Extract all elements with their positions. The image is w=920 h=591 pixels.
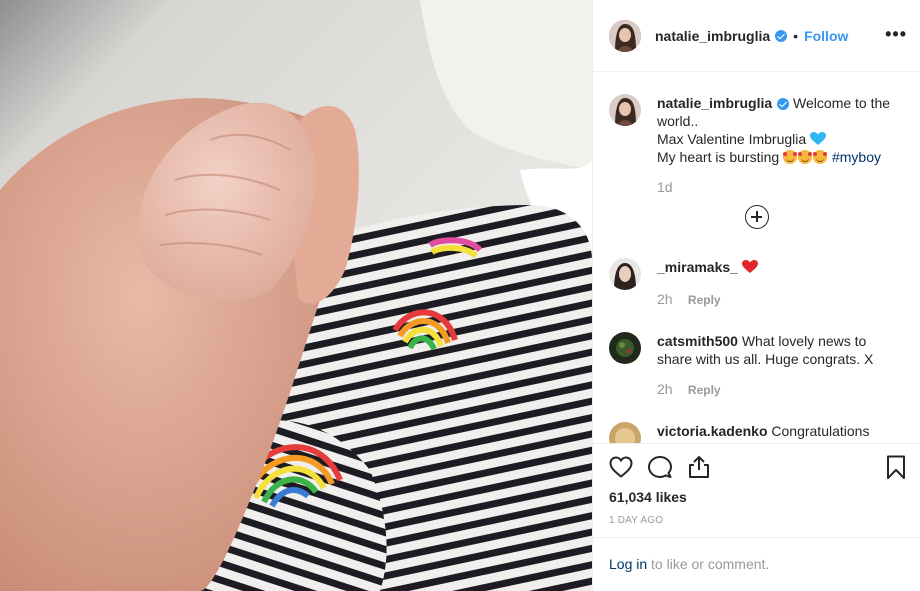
caption-time[interactable]: 1d (657, 179, 673, 195)
avatar-image (609, 422, 641, 443)
avatar-image (609, 94, 641, 126)
verified-badge-icon (775, 29, 788, 42)
follow-button[interactable]: Follow (804, 28, 848, 44)
login-prompt-text: to like or comment. (647, 556, 770, 572)
baby-hand-photo (0, 0, 592, 591)
likes-count[interactable]: 61,034 likes (609, 489, 687, 505)
avatar-image (609, 19, 641, 52)
red-heart-icon (741, 260, 758, 273)
caption-line-3: My heart is bursting (657, 149, 780, 165)
post-header: natalie_imbruglia • Follow ••• (593, 0, 920, 72)
bookmark-icon (887, 455, 905, 479)
caption-body: natalie_imbruglia Welcome to the world..… (657, 94, 905, 197)
reply-button[interactable]: Reply (688, 383, 721, 397)
caption-meta: 1d (657, 178, 905, 197)
avatar-image (609, 332, 641, 364)
comment-text: Congratulations (771, 423, 870, 439)
caption-line-2: Max Valentine Imbruglia (657, 131, 807, 147)
save-button[interactable] (883, 454, 909, 480)
caption-username[interactable]: natalie_imbruglia (657, 95, 772, 111)
share-upload-icon (689, 456, 709, 478)
blue-heart-icon (810, 132, 827, 145)
more-options-icon[interactable]: ••• (885, 25, 907, 43)
comment-body: victoria.kadenko Congratulations (657, 422, 905, 440)
reply-button[interactable]: Reply (688, 293, 721, 307)
avatar[interactable] (609, 422, 641, 443)
comment-meta: 2h Reply (657, 290, 905, 309)
login-prompt: Log in to like or comment. (593, 537, 920, 591)
avatar[interactable] (609, 19, 641, 52)
post-photo[interactable] (0, 0, 592, 591)
avatar[interactable] (609, 332, 641, 364)
comment-meta: 2h Reply (657, 380, 905, 399)
load-more-comments-icon[interactable] (745, 205, 769, 229)
comment-body: _miramaks_ 2h Reply (657, 258, 905, 309)
speech-bubble-icon (648, 456, 672, 478)
heart-outline-icon (609, 456, 633, 478)
comment-username[interactable]: _miramaks_ (657, 259, 738, 275)
avatar[interactable] (609, 258, 641, 290)
avatar[interactable] (609, 94, 641, 126)
hashtag-link[interactable]: #myboy (832, 149, 881, 165)
post-date[interactable]: 1 DAY AGO (609, 515, 663, 526)
comment-button[interactable] (647, 454, 673, 480)
like-button[interactable] (608, 454, 634, 480)
avatar-image (609, 258, 641, 290)
post-sidebar: natalie_imbruglia • Follow ••• natalie_i… (592, 0, 920, 591)
separator-dot: • (793, 27, 799, 44)
comment-username[interactable]: catsmith500 (657, 333, 738, 349)
post-actions: 61,034 likes 1 DAY AGO (593, 443, 920, 537)
header-username[interactable]: natalie_imbruglia (655, 28, 770, 44)
comment-time[interactable]: 2h (657, 291, 673, 307)
comment-time[interactable]: 2h (657, 381, 673, 397)
share-button[interactable] (686, 454, 712, 480)
comment-username[interactable]: victoria.kadenko (657, 423, 768, 439)
comment-body: catsmith500 What lovely news to share wi… (657, 332, 905, 399)
verified-badge-icon (777, 98, 790, 111)
login-link[interactable]: Log in (609, 556, 647, 572)
comments-list[interactable]: natalie_imbruglia Welcome to the world..… (593, 73, 920, 443)
smiling-hearts-emoji-icon (783, 149, 828, 165)
